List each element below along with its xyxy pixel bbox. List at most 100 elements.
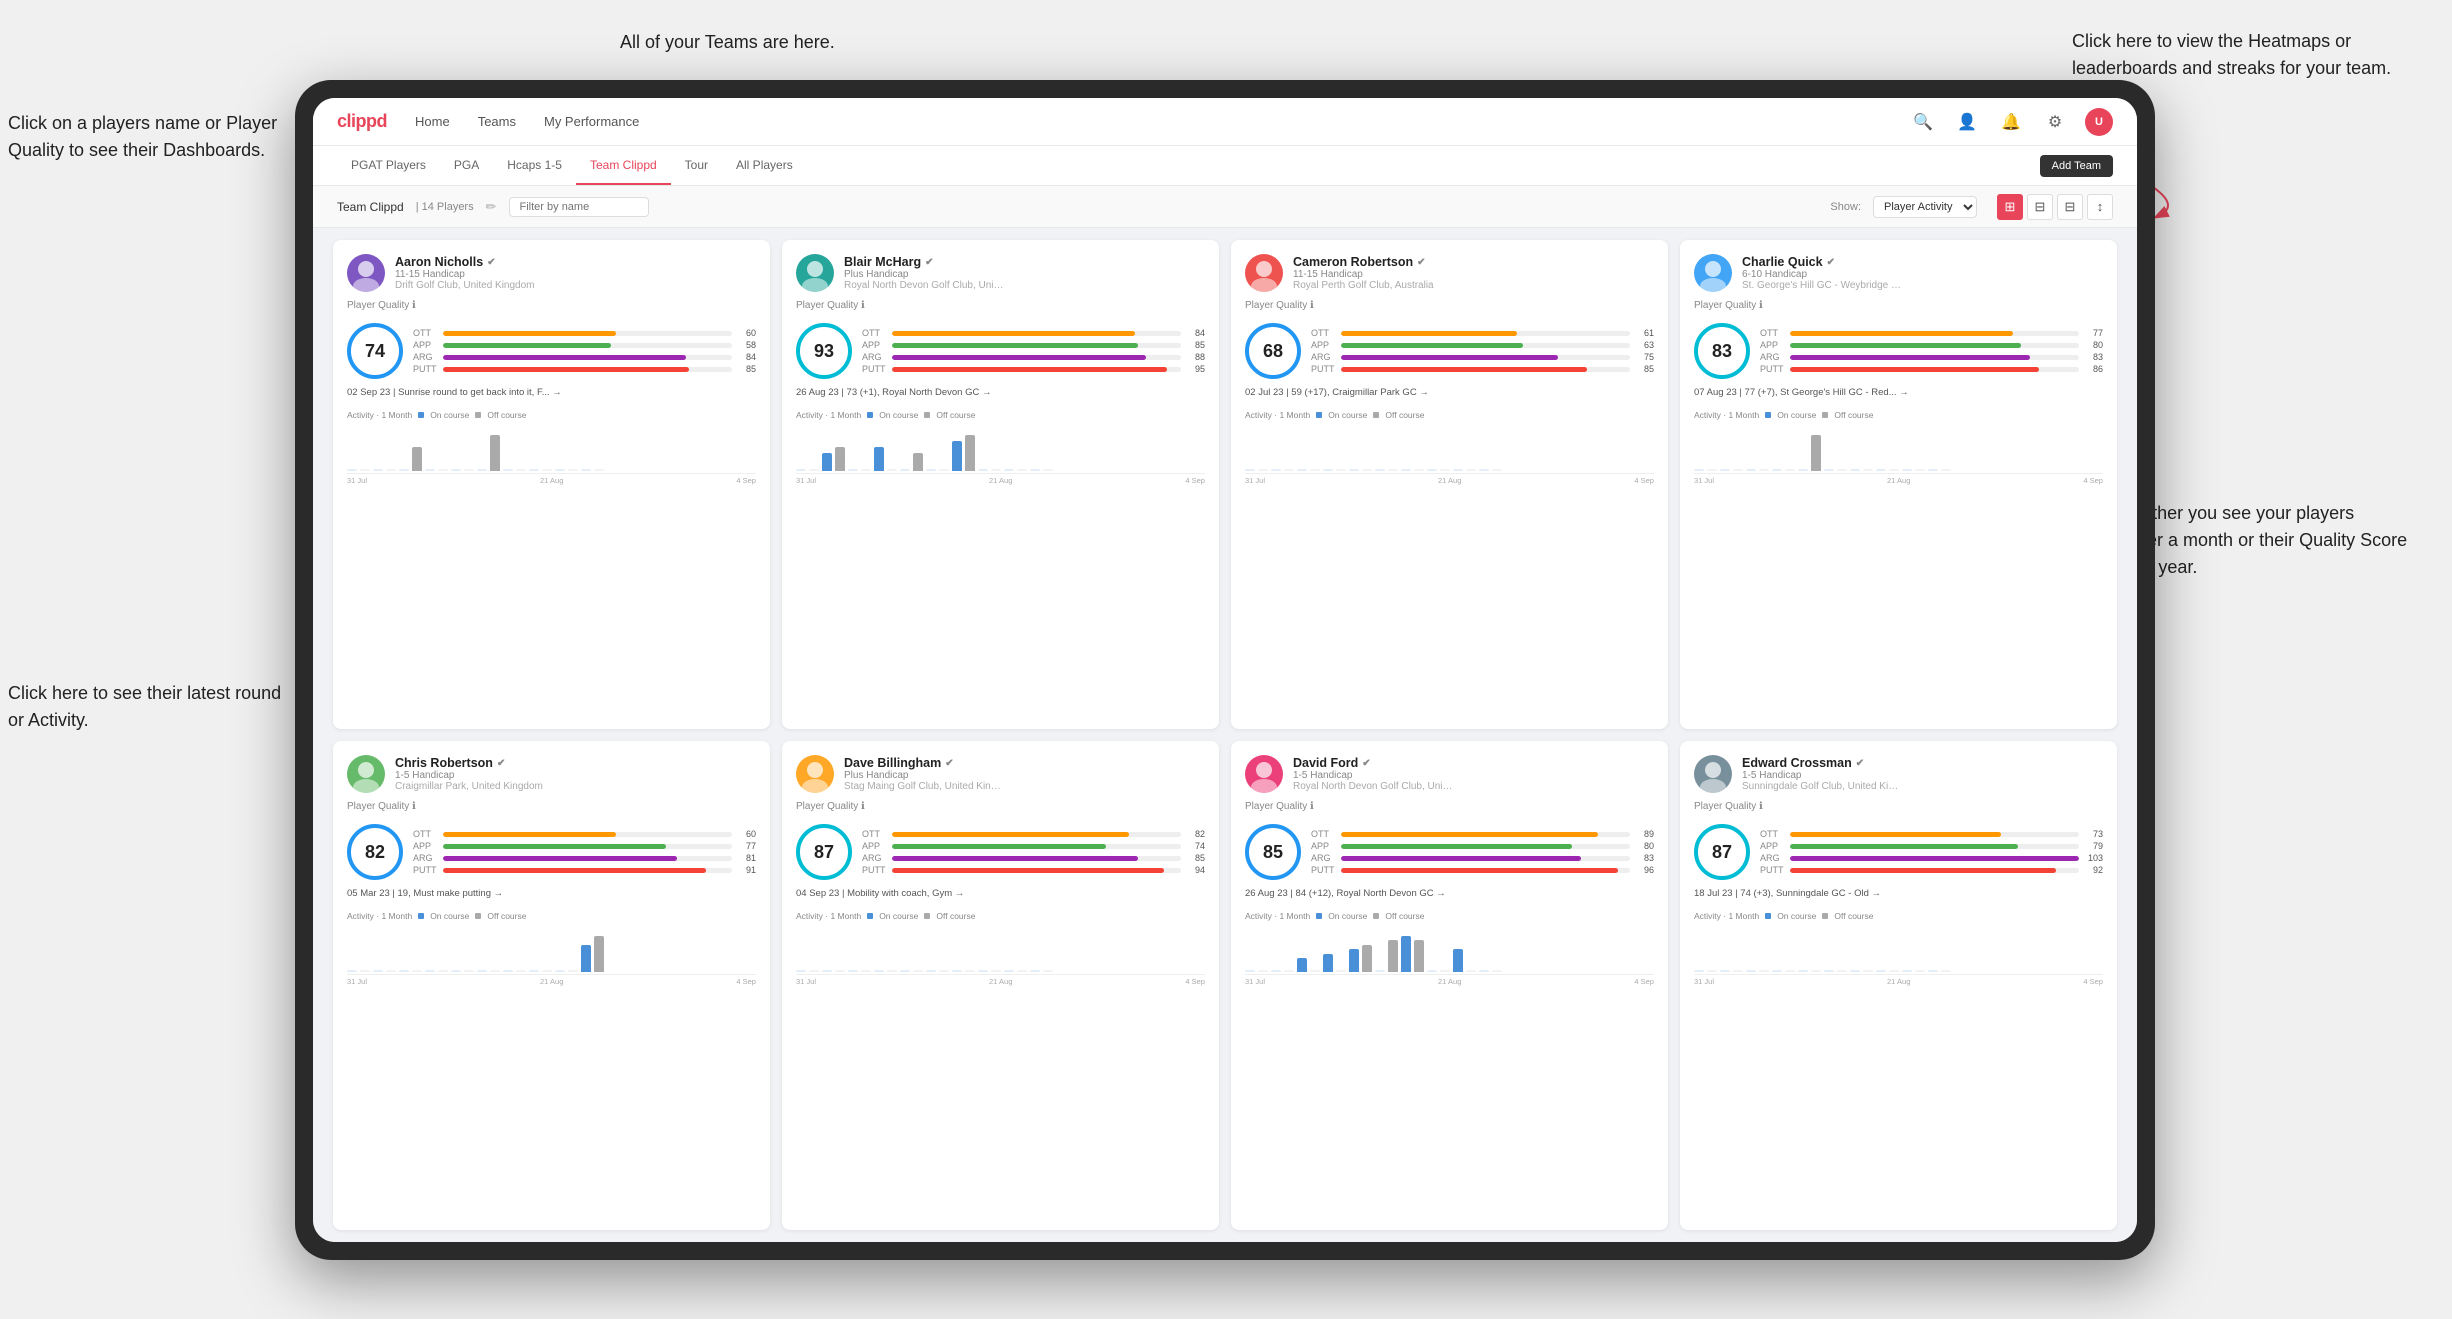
sub-nav-pga[interactable]: PGA bbox=[440, 146, 493, 185]
latest-activity-row[interactable]: 26 Aug 23 | 73 (+1), Royal North Devon G… bbox=[796, 387, 1205, 398]
on-course-label: On course bbox=[430, 410, 469, 420]
filter-button[interactable]: ⊟ bbox=[2057, 194, 2083, 220]
player-card[interactable]: Aaron Nicholls ✔ 11-15 Handicap Drift Go… bbox=[333, 240, 770, 729]
player-card[interactable]: Chris Robertson ✔ 1-5 Handicap Craigmill… bbox=[333, 741, 770, 1230]
quality-section[interactable]: 68 OTT 61 APP 63 ARG bbox=[1245, 323, 1654, 379]
player-card[interactable]: Cameron Robertson ✔ 11-15 Handicap Royal… bbox=[1231, 240, 1668, 729]
app-row: APP 85 bbox=[862, 340, 1205, 350]
sub-nav-team-clippd[interactable]: Team Clippd bbox=[576, 146, 671, 185]
quality-score[interactable]: 85 bbox=[1245, 824, 1301, 880]
chart-bar bbox=[516, 469, 526, 471]
arg-label: ARG bbox=[1760, 853, 1786, 863]
sub-nav-hcaps[interactable]: Hcaps 1-5 bbox=[493, 146, 576, 185]
putt-track bbox=[1341, 868, 1630, 873]
quality-section[interactable]: 85 OTT 89 APP 80 ARG bbox=[1245, 824, 1654, 880]
add-team-button[interactable]: Add Team bbox=[2040, 155, 2113, 177]
player-card[interactable]: Edward Crossman ✔ 1-5 Handicap Sunningda… bbox=[1680, 741, 2117, 1230]
player-name[interactable]: David Ford ✔ bbox=[1293, 756, 1654, 770]
search-icon[interactable]: 🔍 bbox=[1909, 108, 1937, 136]
grid-view-button[interactable]: ⊞ bbox=[1997, 194, 2023, 220]
putt-bar bbox=[1790, 367, 2039, 372]
chart-legend: Activity · 1 Month On course Off course bbox=[347, 911, 756, 921]
bell-icon[interactable]: 🔔 bbox=[1997, 108, 2025, 136]
player-name[interactable]: Dave Billingham ✔ bbox=[844, 756, 1205, 770]
player-card[interactable]: Blair McHarg ✔ Plus Handicap Royal North… bbox=[782, 240, 1219, 729]
arg-label: ARG bbox=[413, 853, 439, 863]
player-name[interactable]: Blair McHarg ✔ bbox=[844, 255, 1205, 269]
latest-activity-row[interactable]: 02 Jul 23 | 59 (+17), Craigmillar Park G… bbox=[1245, 387, 1654, 398]
player-avatar bbox=[1245, 254, 1283, 292]
settings-icon[interactable]: ⚙ bbox=[2041, 108, 2069, 136]
quality-section[interactable]: 87 OTT 82 APP 74 ARG bbox=[796, 824, 1205, 880]
app-row: APP 74 bbox=[862, 841, 1205, 851]
arg-row: ARG 81 bbox=[413, 853, 756, 863]
arg-track bbox=[443, 355, 732, 360]
player-name[interactable]: Aaron Nicholls ✔ bbox=[395, 255, 756, 269]
chart-bar bbox=[347, 469, 357, 471]
list-view-button[interactable]: ⊟ bbox=[2027, 194, 2053, 220]
player-name[interactable]: Chris Robertson ✔ bbox=[395, 756, 756, 770]
player-header: Blair McHarg ✔ Plus Handicap Royal North… bbox=[796, 254, 1205, 292]
chart-bar bbox=[1043, 469, 1053, 471]
quality-score[interactable]: 68 bbox=[1245, 323, 1301, 379]
on-course-dot bbox=[867, 412, 873, 418]
chart-bar bbox=[360, 469, 370, 471]
quality-section[interactable]: 83 OTT 77 APP 80 ARG bbox=[1694, 323, 2103, 379]
chart-bar bbox=[1850, 970, 1860, 972]
nav-my-performance[interactable]: My Performance bbox=[544, 110, 639, 133]
player-name[interactable]: Edward Crossman ✔ bbox=[1742, 756, 2103, 770]
quality-bars: OTT 84 APP 85 ARG bbox=[862, 328, 1205, 374]
sort-button[interactable]: ↕ bbox=[2087, 194, 2113, 220]
edit-team-icon[interactable]: ✏ bbox=[486, 199, 497, 215]
quality-score[interactable]: 82 bbox=[347, 824, 403, 880]
date-start: 31 Jul bbox=[1245, 977, 1265, 986]
player-card[interactable]: David Ford ✔ 1-5 Handicap Royal North De… bbox=[1231, 741, 1668, 1230]
app-row: APP 63 bbox=[1311, 340, 1654, 350]
latest-activity-row[interactable]: 04 Sep 23 | Mobility with coach, Gym → bbox=[796, 888, 1205, 899]
latest-activity-row[interactable]: 18 Jul 23 | 74 (+3), Sunningdale GC - Ol… bbox=[1694, 888, 2103, 899]
chart-bar bbox=[822, 970, 832, 972]
quality-score[interactable]: 83 bbox=[1694, 323, 1750, 379]
quality-label: Player Quality ℹ bbox=[796, 801, 1205, 812]
arg-value: 83 bbox=[1634, 853, 1654, 863]
quality-section[interactable]: 82 OTT 60 APP 77 ARG bbox=[347, 824, 756, 880]
sub-nav-tour[interactable]: Tour bbox=[671, 146, 722, 185]
chart-bar bbox=[399, 970, 409, 972]
ott-row: OTT 61 bbox=[1311, 328, 1654, 338]
on-course-label: On course bbox=[430, 911, 469, 921]
search-input[interactable] bbox=[509, 197, 649, 217]
nav-home[interactable]: Home bbox=[415, 110, 450, 133]
player-info: Edward Crossman ✔ 1-5 Handicap Sunningda… bbox=[1742, 756, 2103, 792]
avatar[interactable]: U bbox=[2085, 108, 2113, 136]
chart-bar bbox=[1414, 940, 1424, 972]
player-name[interactable]: Cameron Robertson ✔ bbox=[1293, 255, 1654, 269]
latest-activity-row[interactable]: 26 Aug 23 | 84 (+12), Royal North Devon … bbox=[1245, 888, 1654, 899]
user-icon[interactable]: 👤 bbox=[1953, 108, 1981, 136]
player-handicap: Plus Handicap bbox=[844, 770, 1205, 781]
chart-legend: Activity · 1 Month On course Off course bbox=[796, 410, 1205, 420]
ott-label: OTT bbox=[1760, 829, 1786, 839]
player-card[interactable]: Charlie Quick ✔ 6-10 Handicap St. George… bbox=[1680, 240, 2117, 729]
quality-score[interactable]: 74 bbox=[347, 323, 403, 379]
show-select[interactable]: Player Activity bbox=[1873, 196, 1977, 218]
player-card[interactable]: Dave Billingham ✔ Plus Handicap Stag Mai… bbox=[782, 741, 1219, 1230]
latest-activity-row[interactable]: 07 Aug 23 | 77 (+7), St George's Hill GC… bbox=[1694, 387, 2103, 398]
quality-score[interactable]: 93 bbox=[796, 323, 852, 379]
quality-section[interactable]: 87 OTT 73 APP 79 ARG bbox=[1694, 824, 2103, 880]
chart-bar bbox=[835, 447, 845, 471]
quality-section[interactable]: 93 OTT 84 APP 85 ARG bbox=[796, 323, 1205, 379]
latest-activity-row[interactable]: 05 Mar 23 | 19, Must make putting → bbox=[347, 888, 756, 899]
arg-bar bbox=[1341, 355, 1558, 360]
quality-section[interactable]: 74 OTT 60 APP 58 ARG bbox=[347, 323, 756, 379]
quality-score[interactable]: 87 bbox=[1694, 824, 1750, 880]
player-name[interactable]: Charlie Quick ✔ bbox=[1742, 255, 2103, 269]
chart-bar bbox=[1798, 970, 1808, 972]
nav-teams[interactable]: Teams bbox=[478, 110, 516, 133]
chart-section: Activity · 1 Month On course Off course … bbox=[796, 911, 1205, 986]
sub-nav-all-players[interactable]: All Players bbox=[722, 146, 807, 185]
quality-score[interactable]: 87 bbox=[796, 824, 852, 880]
arg-track bbox=[1790, 856, 2079, 861]
latest-activity-row[interactable]: 02 Sep 23 | Sunrise round to get back in… bbox=[347, 387, 756, 398]
chart-section: Activity · 1 Month On course Off course … bbox=[1694, 410, 2103, 485]
sub-nav-pgat[interactable]: PGAT Players bbox=[337, 146, 440, 185]
